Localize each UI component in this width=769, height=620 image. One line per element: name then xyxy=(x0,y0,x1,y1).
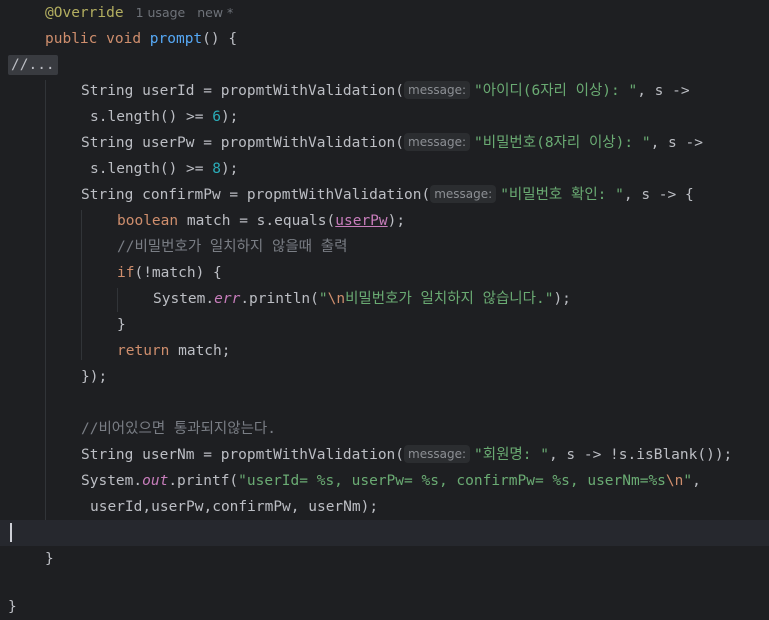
code-text: , s -> xyxy=(650,135,703,151)
code-text: , xyxy=(692,473,701,489)
text-caret xyxy=(10,523,12,542)
escape-sequence: \n xyxy=(327,291,346,307)
number-literal: 8 xyxy=(212,161,221,177)
method-name: prompt xyxy=(149,31,203,47)
code-text: }); xyxy=(81,369,108,385)
code-line: public void prompt() { xyxy=(0,26,769,52)
code-text: ); xyxy=(387,213,406,229)
static-field: err xyxy=(214,291,241,307)
comment: //비어있으면 통과되지않는다. xyxy=(81,421,276,437)
code-line: //... xyxy=(0,52,769,78)
code-text: System. xyxy=(153,291,215,307)
code-line: return match; xyxy=(0,338,769,364)
code-text: ); xyxy=(553,291,571,307)
string-literal: "비밀번호(8자리 이상): " xyxy=(474,135,651,151)
code-text: match = s.equals( xyxy=(178,213,336,229)
code-text: } xyxy=(117,317,126,333)
parameter-hint: message: xyxy=(404,81,470,99)
code-line: System.err.println("\n비밀번호가 일치하지 않습니다.")… xyxy=(0,286,769,312)
code-text: , s -> !s.isBlank()); xyxy=(548,447,733,463)
code-text: , s -> { xyxy=(623,187,694,203)
code-line: s.length() >= 8); xyxy=(0,156,769,182)
keyword: if xyxy=(117,265,135,281)
method-call: propmtWithValidation( xyxy=(220,447,405,463)
string-literal: " xyxy=(683,473,693,489)
folded-comment[interactable]: //... xyxy=(8,55,58,75)
string-literal: "userId= %s, userPw= %s, confirmPw= %s, … xyxy=(238,473,666,489)
code-text: String confirmPw = xyxy=(81,187,247,203)
code-line: }); xyxy=(0,364,769,390)
code-text: s.length() >= xyxy=(90,109,213,125)
code-text: (!match) { xyxy=(134,265,222,281)
number-literal: 6 xyxy=(212,109,221,125)
keyword: return xyxy=(117,343,170,359)
code-text: .printf( xyxy=(168,473,239,489)
usage-count[interactable]: 1 usage xyxy=(136,5,186,20)
code-line: if(!match) { xyxy=(0,260,769,286)
code-line: //비밀번호가 일치하지 않을때 출력 xyxy=(0,234,769,260)
code-text: String userNm = xyxy=(81,447,221,463)
author-status[interactable]: new * xyxy=(197,5,233,20)
method-call: propmtWithValidation( xyxy=(220,83,405,99)
string-literal: "비밀번호 확인: " xyxy=(500,187,624,203)
code-line: String userId = propmtWithValidation(mes… xyxy=(0,78,769,104)
code-editor[interactable]: @Override 1 usage new * public void prompt… xyxy=(0,0,769,615)
string-literal: "아이디(6자리 이상): " xyxy=(474,83,638,99)
string-literal: 비밀번호가 일치하지 않습니다." xyxy=(345,291,554,307)
code-line: s.length() >= 6); xyxy=(0,104,769,130)
code-line: boolean match = s.equals(userPw); xyxy=(0,208,769,234)
escape-sequence: \n xyxy=(665,473,684,489)
code-text: String userPw = xyxy=(81,135,221,151)
parameter-hint: message: xyxy=(404,445,470,463)
code-text: ); xyxy=(220,161,239,177)
parameter-hint: message: xyxy=(404,133,470,151)
code-text: () { xyxy=(202,31,238,47)
code-text: System. xyxy=(81,473,143,489)
code-text: match; xyxy=(169,343,231,359)
code-line: userId,userPw,confirmPw, userNm); xyxy=(0,494,769,520)
code-text: , s -> xyxy=(637,83,690,99)
parameter-hint: message: xyxy=(430,185,497,203)
code-line: String userPw = propmtWithValidation(mes… xyxy=(0,130,769,156)
string-literal: " xyxy=(318,291,328,307)
method-call: propmtWithValidation( xyxy=(220,135,405,151)
code-line: System.out.printf("userId= %s, userPw= %… xyxy=(0,468,769,494)
code-line: String confirmPw = propmtWithValidation(… xyxy=(0,182,769,208)
method-call: propmtWithValidation( xyxy=(246,187,431,203)
keyword: boolean xyxy=(117,213,179,229)
static-field: out xyxy=(142,473,169,489)
code-line: } xyxy=(0,594,769,620)
string-literal: "회원명: " xyxy=(474,447,549,463)
code-text: userId,userPw,confirmPw, userNm); xyxy=(90,499,379,515)
code-text: String userId = xyxy=(81,83,221,99)
code-text: s.length() >= xyxy=(90,161,213,177)
variable-reference: userPw xyxy=(335,213,388,229)
current-line[interactable] xyxy=(0,520,769,546)
code-line: } xyxy=(0,546,769,572)
code-line: } xyxy=(0,312,769,338)
comment: //비밀번호가 일치하지 않을때 출력 xyxy=(117,239,348,255)
keyword: public xyxy=(45,31,98,47)
code-line: String userNm = propmtWithValidation(mes… xyxy=(0,442,769,468)
code-text: } xyxy=(45,551,54,567)
code-text: ); xyxy=(220,109,239,125)
keyword: void xyxy=(106,31,142,47)
annotation: @Override xyxy=(45,5,124,21)
code-line: @Override 1 usage new * xyxy=(0,0,769,26)
code-text: .println( xyxy=(240,291,319,307)
code-line: //비어있으면 통과되지않는다. xyxy=(0,416,769,442)
